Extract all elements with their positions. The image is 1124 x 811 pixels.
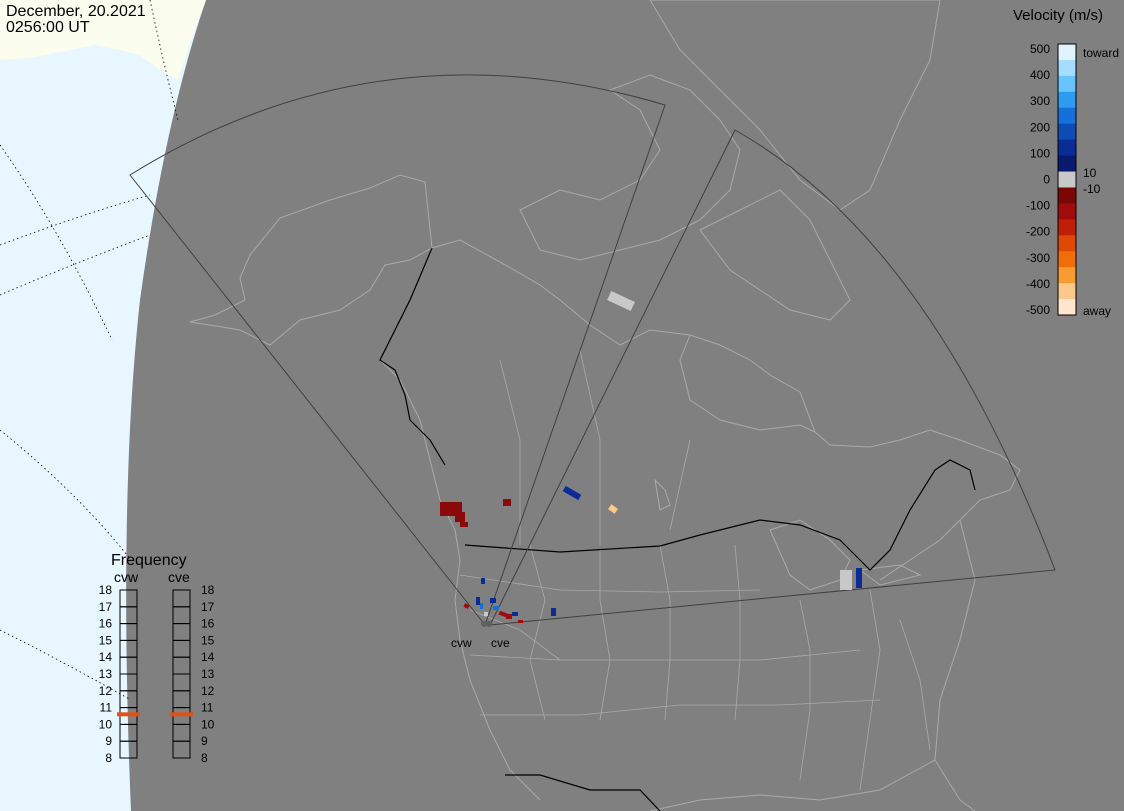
radar-label-cvw: cvw (451, 636, 472, 650)
frequency-tick-right: 15 (201, 633, 215, 647)
velocity-tick-label: -200 (1026, 225, 1050, 239)
velocity-color-segment (1058, 123, 1076, 141)
echo-cell (455, 512, 465, 522)
near-zero-positive-label: 10 (1083, 166, 1097, 180)
frequency-tick-right: 13 (201, 667, 215, 681)
velocity-color-segment (1058, 283, 1076, 300)
frequency-tick-right: 18 (201, 583, 215, 597)
away-label: away (1083, 304, 1111, 318)
echo-cell (503, 499, 511, 506)
near-zero-negative-label: -10 (1083, 182, 1101, 196)
map-canvas: cvw cve December, 20.2021 0256:00 UT Vel… (0, 0, 1124, 811)
echo-cell (856, 568, 862, 588)
frequency-tick-right: 8 (201, 751, 208, 765)
radar-map-view: cvw cve December, 20.2021 0256:00 UT Vel… (0, 0, 1124, 811)
velocity-tick-label: -500 (1026, 303, 1050, 317)
echo-cell (490, 598, 496, 603)
time-label: 0256:00 UT (6, 19, 90, 36)
echo-cell (518, 620, 523, 623)
velocity-tick-label: 200 (1030, 120, 1050, 134)
echo-cell (484, 612, 488, 616)
earth-disc (126, 0, 1124, 811)
velocity-color-segment (1058, 75, 1076, 93)
radar-label-cve: cve (491, 636, 510, 650)
frequency-title: Frequency (111, 552, 187, 569)
echo-cell (481, 578, 485, 584)
velocity-color-segment (1058, 171, 1076, 188)
frequency-radar-cve: cve (168, 569, 190, 585)
frequency-tick-right: 12 (201, 684, 215, 698)
frequency-radar-cvw: cvw (114, 569, 139, 585)
echo-cell (460, 522, 468, 527)
date-label: December, 20.2021 (6, 3, 146, 20)
frequency-tick-left: 11 (100, 701, 113, 715)
velocity-color-segment (1058, 187, 1076, 204)
velocity-color-segment (1058, 219, 1076, 236)
frequency-tick-right: 17 (201, 600, 215, 614)
frequency-tick-left: 14 (99, 650, 113, 664)
frequency-marker-cve (170, 712, 193, 717)
velocity-tick-label: -400 (1026, 277, 1050, 291)
echo-cell (493, 606, 499, 610)
velocity-color-segment (1058, 91, 1076, 109)
velocity-color-segment (1058, 107, 1076, 125)
echo-cell (512, 612, 518, 616)
velocity-tick-label: 400 (1030, 68, 1050, 82)
velocity-color-segment (1058, 59, 1076, 77)
radar-site-cve (486, 621, 492, 627)
velocity-tick-label: -300 (1026, 251, 1050, 265)
velocity-tick-label: 100 (1030, 146, 1050, 160)
frequency-tick-left: 17 (99, 600, 113, 614)
velocity-color-segment (1058, 235, 1076, 252)
echo-cell (480, 603, 483, 609)
frequency-marker-cvw (117, 712, 140, 717)
velocity-tick-label: -100 (1026, 199, 1050, 213)
frequency-tick-left: 10 (99, 717, 113, 731)
echo-cell (506, 614, 512, 619)
velocity-tick-label: 300 (1030, 94, 1050, 108)
frequency-tick-left: 8 (105, 751, 112, 765)
velocity-color-segments (1058, 44, 1076, 316)
velocity-color-segment (1058, 139, 1076, 157)
velocity-tick-label: 0 (1043, 173, 1050, 187)
velocity-color-segment (1058, 155, 1076, 173)
velocity-color-segment (1058, 251, 1076, 268)
velocity-color-segment (1058, 299, 1076, 316)
velocity-color-segment (1058, 44, 1076, 61)
frequency-tick-left: 13 (99, 667, 113, 681)
frequency-tick-left: 12 (99, 684, 113, 698)
frequency-tick-left: 18 (99, 583, 113, 597)
echo-cell (551, 608, 556, 616)
echo-cell (840, 570, 852, 590)
frequency-tick-left: 16 (99, 617, 113, 631)
frequency-tick-right: 10 (201, 717, 215, 731)
toward-label: toward (1083, 46, 1119, 60)
velocity-tick-label: 500 (1030, 42, 1050, 56)
velocity-title: Velocity (m/s) (1013, 7, 1103, 24)
frequency-tick-left: 9 (105, 734, 112, 748)
frequency-tick-right: 11 (201, 701, 214, 715)
echo-cell (476, 597, 480, 605)
velocity-color-segment (1058, 203, 1076, 220)
velocity-color-segment (1058, 267, 1076, 284)
frequency-tick-right: 14 (201, 650, 215, 664)
frequency-tick-left: 15 (99, 633, 113, 647)
frequency-tick-right: 16 (201, 617, 215, 631)
frequency-tick-right: 9 (201, 734, 208, 748)
